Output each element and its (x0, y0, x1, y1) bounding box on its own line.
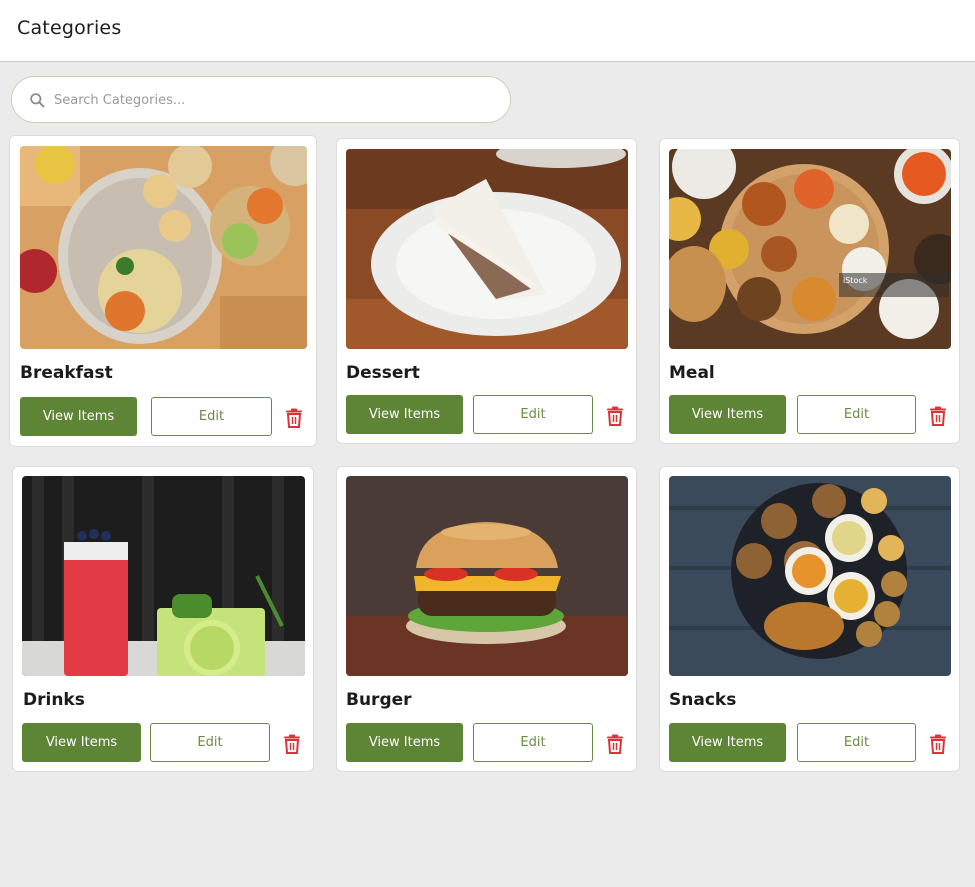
view-items-button[interactable]: View Items (669, 723, 786, 762)
delete-button[interactable] (606, 405, 626, 427)
view-items-button[interactable]: View Items (669, 395, 786, 434)
category-card-burger: Burger View Items Edit (336, 466, 637, 772)
top-bar: Categories (0, 0, 975, 62)
delete-button[interactable] (285, 407, 305, 429)
view-items-button[interactable]: View Items (346, 723, 463, 762)
category-title: Snacks (669, 690, 737, 710)
category-card-drinks: Drinks View Items Edit (12, 466, 314, 772)
category-card-snacks: Snacks View Items Edit (659, 466, 960, 772)
trash-icon (607, 406, 623, 426)
search-input[interactable] (54, 89, 494, 111)
edit-button[interactable]: Edit (151, 397, 272, 436)
trash-icon (286, 408, 302, 428)
category-title: Dessert (346, 363, 420, 383)
search-icon (30, 93, 45, 108)
cake-slice-photo (346, 149, 628, 349)
breakfast-plate-photo (20, 146, 307, 349)
burger-photo (346, 476, 628, 676)
trash-icon (930, 734, 946, 754)
snacks-platter-photo (669, 476, 951, 676)
edit-button[interactable]: Edit (150, 723, 270, 762)
category-card-breakfast: Breakfast View Items Edit (9, 135, 317, 447)
category-title: Meal (669, 363, 715, 383)
thali-meal-photo: iStock (669, 149, 951, 349)
edit-button[interactable]: Edit (797, 723, 916, 762)
category-title: Burger (346, 690, 412, 710)
cocktail-drinks-photo (22, 476, 305, 676)
edit-button[interactable]: Edit (473, 395, 593, 434)
category-card-meal: iStock Meal View Items Edit (659, 138, 960, 444)
category-title: Breakfast (20, 363, 113, 383)
svg-text:iStock: iStock (843, 276, 868, 285)
view-items-button[interactable]: View Items (20, 397, 137, 436)
trash-icon (930, 406, 946, 426)
delete-button[interactable] (929, 405, 949, 427)
category-card-dessert: Dessert View Items Edit (336, 138, 637, 444)
delete-button[interactable] (606, 733, 626, 755)
trash-icon (284, 734, 300, 754)
page-title: Categories (17, 17, 122, 39)
delete-button[interactable] (283, 733, 303, 755)
delete-button[interactable] (929, 733, 949, 755)
view-items-button[interactable]: View Items (22, 723, 141, 762)
edit-button[interactable]: Edit (473, 723, 593, 762)
category-title: Drinks (23, 690, 85, 710)
trash-icon (607, 734, 623, 754)
view-items-button[interactable]: View Items (346, 395, 463, 434)
search-box[interactable] (11, 76, 511, 123)
edit-button[interactable]: Edit (797, 395, 916, 434)
